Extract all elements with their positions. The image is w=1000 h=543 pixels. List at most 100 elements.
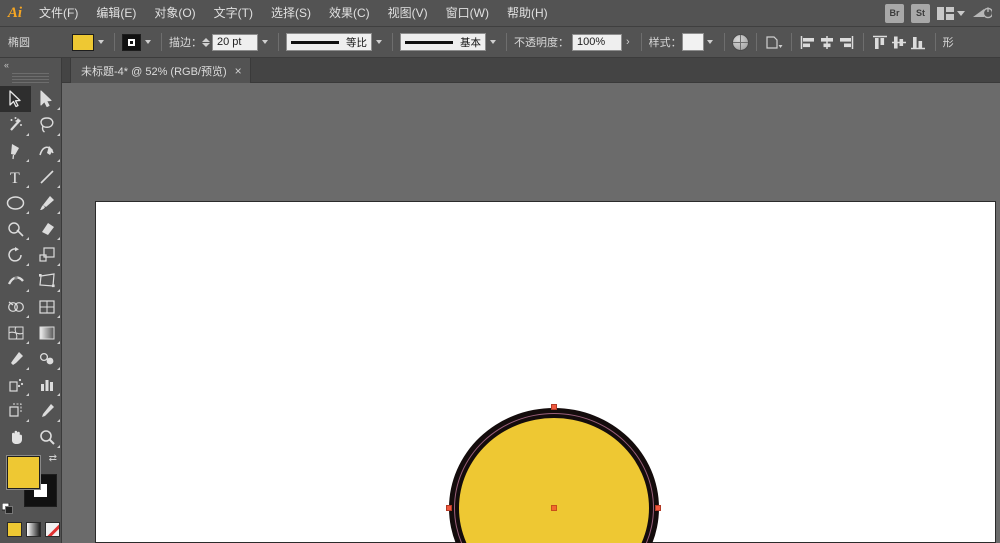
tool-perspective-grid[interactable] (31, 294, 62, 320)
tool-free-transform[interactable] (31, 268, 62, 294)
tool-eyedropper[interactable] (0, 346, 31, 372)
swap-fill-stroke-icon[interactable]: ⇄ (49, 453, 57, 464)
fill-color-box[interactable] (6, 455, 41, 490)
tool-rotate[interactable] (0, 242, 31, 268)
workspace-layout-icon (937, 6, 954, 20)
gradient-swatch-icon[interactable] (26, 522, 41, 537)
divider (723, 33, 725, 51)
artboard[interactable] (95, 201, 996, 543)
stroke-profile-select[interactable]: 等比 (286, 33, 372, 51)
app-logo-icon: Ai (7, 4, 23, 21)
tool-symbol-sprayer[interactable] (0, 372, 31, 398)
opacity-input[interactable]: 100% (572, 33, 622, 51)
tool-column-graph[interactable] (31, 372, 62, 398)
power-icon[interactable] (972, 6, 992, 21)
tool-selection[interactable] (0, 86, 31, 112)
tools-collapse-button[interactable]: « (0, 58, 61, 72)
tool-width[interactable] (0, 268, 31, 294)
style-dropdown-icon[interactable] (704, 34, 717, 51)
align-left-icon[interactable] (799, 33, 818, 52)
stroke-swatch[interactable] (122, 33, 141, 51)
menu-file[interactable]: 文件(F) (30, 0, 87, 27)
tools-panel: « T ⇄ (0, 58, 62, 543)
anchor-right[interactable] (655, 505, 661, 511)
align-bottom-icon[interactable] (909, 33, 928, 52)
anchor-center[interactable] (551, 505, 557, 511)
stroke-stepper-icon[interactable] (202, 37, 210, 47)
menu-window[interactable]: 窗口(W) (437, 0, 498, 27)
menu-type[interactable]: 文字(T) (205, 0, 262, 27)
transform-icon[interactable] (764, 33, 784, 52)
svg-text:T: T (10, 170, 20, 186)
tool-hand[interactable] (0, 424, 31, 450)
brush-definition-select[interactable]: 基本 (400, 33, 486, 51)
ellipse-shape[interactable] (446, 404, 661, 543)
none-slash-icon[interactable] (45, 522, 60, 537)
control-bar: 椭圆 描边： 20 pt 等比 基本 不透明度： 100% › 样式： 形 (0, 27, 1000, 58)
document-tab-bar: 未标题-4* @ 52% (RGB/预览) × (62, 58, 1000, 83)
stroke-weight-dropdown-icon[interactable] (258, 34, 271, 51)
tools-drag-grip[interactable] (12, 73, 49, 83)
stroke-weight-input[interactable]: 20 pt (212, 33, 258, 51)
menu-bar-right: Br St (885, 3, 1000, 23)
menu-view[interactable]: 视图(V) (379, 0, 437, 27)
tool-curvature[interactable] (31, 138, 62, 164)
tool-line-segment[interactable] (31, 164, 62, 190)
align-center-vertical-icon[interactable] (890, 33, 909, 52)
tool-mesh[interactable] (0, 320, 31, 346)
anchor-top[interactable] (551, 404, 557, 410)
profile-dropdown-icon[interactable] (372, 34, 385, 51)
overflow-label[interactable]: 形 (943, 34, 954, 50)
workspace-switcher[interactable] (937, 6, 965, 20)
close-icon[interactable]: × (235, 65, 242, 77)
tool-ellipse[interactable] (0, 190, 31, 216)
document-tab-title: 未标题-4* @ 52% (RGB/预览) (81, 65, 227, 78)
stroke-dropdown-icon[interactable] (141, 34, 154, 51)
document-tab[interactable]: 未标题-4* @ 52% (RGB/预览) × (70, 58, 251, 83)
tool-slice[interactable] (31, 398, 62, 424)
tool-shaper[interactable] (0, 216, 31, 242)
anchor-left[interactable] (446, 505, 452, 511)
menu-help[interactable]: 帮助(H) (498, 0, 557, 27)
menu-object[interactable]: 对象(O) (145, 0, 204, 27)
menu-edit[interactable]: 编辑(E) (87, 0, 145, 27)
tool-magic-wand[interactable] (0, 112, 31, 138)
opacity-label: 不透明度： (514, 37, 569, 49)
opacity-arrow-icon[interactable]: › (622, 36, 634, 48)
align-center-horizontal-icon[interactable] (818, 33, 837, 52)
fill-dropdown-icon[interactable] (94, 34, 107, 51)
tool-zoom[interactable] (31, 424, 62, 450)
tool-pen[interactable] (0, 138, 31, 164)
divider (114, 33, 115, 51)
fill-swatch[interactable] (72, 33, 94, 51)
align-top-icon[interactable] (871, 33, 890, 52)
canvas-area[interactable] (62, 83, 1000, 543)
tool-scale[interactable] (31, 242, 62, 268)
solid-color-icon[interactable] (7, 522, 22, 537)
tool-blend[interactable] (31, 346, 62, 372)
tool-gradient[interactable] (31, 320, 62, 346)
menu-bar: Ai 文件(F) 编辑(E) 对象(O) 文字(T) 选择(S) 效果(C) 视… (0, 0, 1000, 27)
tool-artboard[interactable] (0, 398, 31, 424)
stock-icon[interactable]: St (911, 3, 930, 23)
menu-select[interactable]: 选择(S) (262, 0, 320, 27)
brush-label: 基本 (460, 36, 481, 49)
tool-lasso[interactable] (31, 112, 62, 138)
default-fill-stroke-icon[interactable] (1, 502, 13, 514)
tool-shape-builder[interactable] (0, 294, 31, 320)
divider (862, 33, 864, 51)
divider (161, 33, 162, 51)
align-right-icon[interactable] (837, 33, 856, 52)
tool-direct-selection[interactable] (31, 86, 62, 112)
menu-effect[interactable]: 效果(C) (320, 0, 379, 27)
bridge-icon[interactable]: Br (885, 3, 904, 23)
stroke-weight-label: 描边： (169, 37, 202, 49)
tool-type[interactable]: T (0, 164, 31, 190)
style-swatch[interactable] (681, 33, 704, 51)
divider (755, 33, 757, 51)
globe-icon[interactable] (731, 33, 749, 51)
tool-paintbrush[interactable] (31, 190, 62, 216)
divider (278, 33, 279, 51)
tool-eraser[interactable] (31, 216, 62, 242)
brush-dropdown-icon[interactable] (486, 34, 499, 51)
